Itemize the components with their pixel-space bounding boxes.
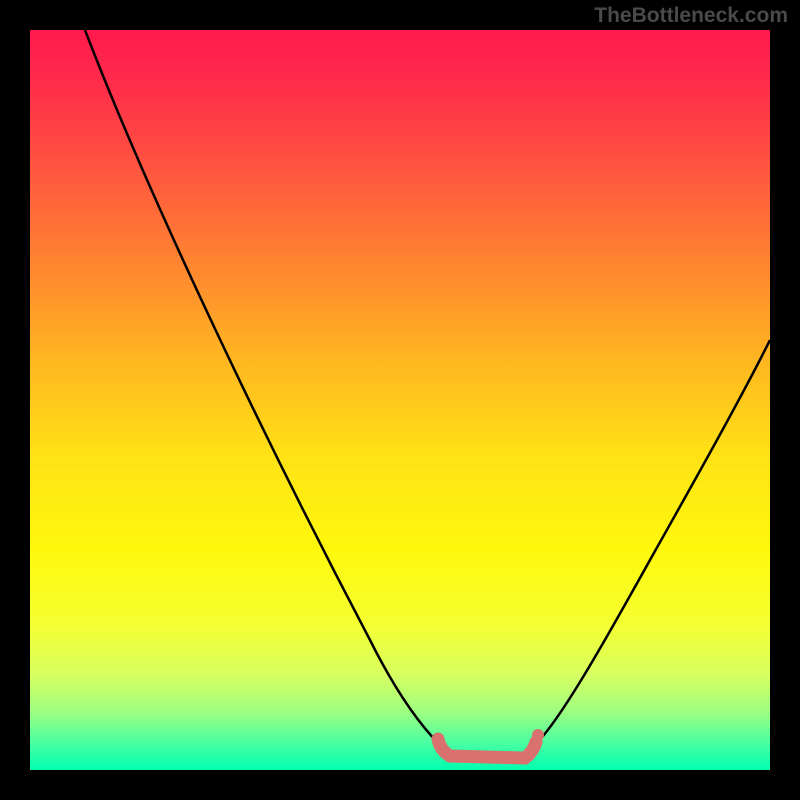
- bottom-marker-group: [438, 729, 544, 758]
- chart-svg: [30, 30, 770, 770]
- right-curve: [535, 340, 770, 745]
- watermark-text: TheBottleneck.com: [594, 4, 788, 28]
- plot-area: [30, 30, 770, 770]
- left-curve: [85, 30, 440, 745]
